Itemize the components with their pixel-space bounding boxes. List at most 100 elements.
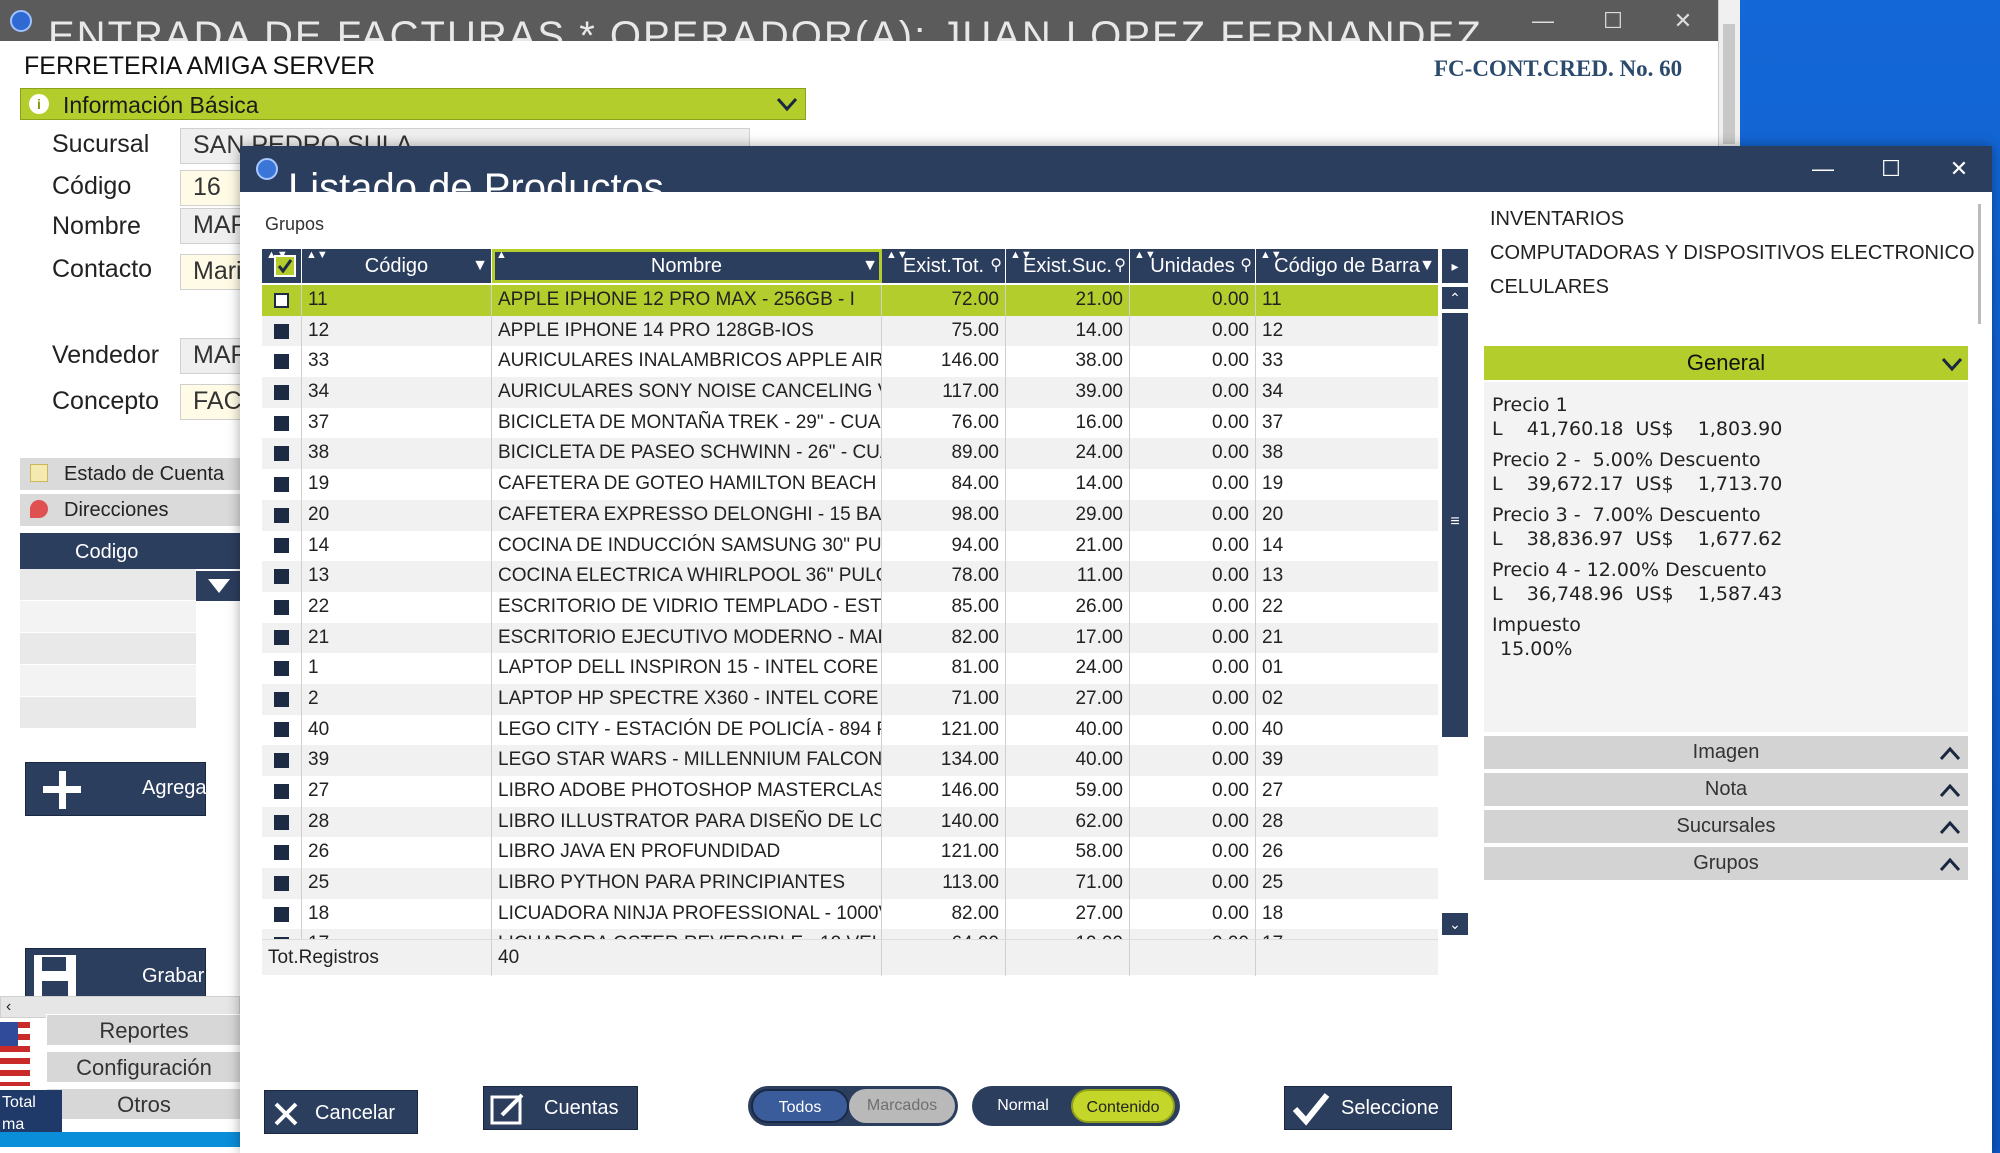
toggle-normal[interactable]: Normal	[975, 1089, 1071, 1123]
row-checkbox[interactable]	[262, 868, 302, 899]
dialog-titlebar[interactable]: Listado de Productos — ☐ ✕	[240, 146, 1992, 192]
row-checkbox[interactable]	[262, 315, 302, 347]
row-checkbox[interactable]	[262, 469, 302, 500]
chevron-up-icon[interactable]	[1938, 742, 1962, 775]
scroll-left-icon[interactable]: ‹	[6, 998, 11, 1015]
info-section-header[interactable]: i Información Básica	[20, 88, 806, 120]
table-row[interactable]	[20, 633, 196, 665]
table-row[interactable]: 22 ESCRITORIO DE VIDRIO TEMPLADO - ESTIL 8…	[262, 591, 1438, 623]
row-checkbox[interactable]	[262, 837, 302, 869]
select-all-checkbox[interactable]: ▲▼	[262, 249, 302, 283]
table-row[interactable]: 38 BICICLETA DE PASEO SCHWINN - 26" - CUA…	[262, 438, 1438, 470]
table-row[interactable]: 14 COCINA DE INDUCCIÓN SAMSUNG 30" PUL 94.…	[262, 530, 1438, 562]
column-header-exist-tot[interactable]: ▲▼ Exist.Tot. ⚲	[882, 249, 1006, 283]
table-row[interactable]: 19 CAFETERA DE GOTEO HAMILTON BEACH -84.0…	[262, 469, 1438, 500]
table-row[interactable]: 27 LIBRO ADOBE PHOTOSHOP MASTERCLASS 146.0…	[262, 776, 1438, 807]
estado-cuenta-section[interactable]: Estado de Cuenta	[20, 458, 242, 490]
vendedor-field[interactable]: MAR	[180, 338, 242, 374]
row-checkbox[interactable]	[262, 683, 302, 715]
row-checkbox[interactable]	[262, 806, 302, 838]
maximize-icon[interactable]: ☐	[1578, 0, 1648, 41]
chevron-down-icon[interactable]	[196, 571, 242, 601]
row-checkbox[interactable]	[262, 714, 302, 746]
column-header-exist-suc[interactable]: ▲▼ Exist.Suc. ⚲	[1006, 249, 1130, 283]
close-icon[interactable]: ✕	[1648, 0, 1718, 41]
cancelar-button[interactable]: Cancelar	[264, 1090, 418, 1134]
back-window-titlebar[interactable]: ENTRADA DE FACTURAS * OPERADOR(A): JUAN …	[0, 0, 1718, 41]
row-checkbox[interactable]	[262, 653, 302, 684]
scroll-right-icon[interactable]: ▸	[1442, 249, 1468, 283]
address-grid-header[interactable]: Codigo	[20, 533, 242, 569]
table-row[interactable]: 33 AURICULARES INALAMBRICOS APPLE AIRF 146…	[262, 346, 1438, 378]
scroll-thumb[interactable]: ≡	[1442, 313, 1468, 737]
table-row[interactable]: 34 AURICULARES SONY NOISE CANCELING V 117.…	[262, 377, 1438, 408]
imagen-section-header[interactable]: Imagen	[1484, 736, 1968, 769]
column-header-codigo-barra[interactable]: ▲▼ Código de Barra ▼	[1256, 249, 1438, 283]
group-item[interactable]: COMPUTADORAS Y DISPOSITIVOS ELECTRONICO	[1490, 236, 1975, 270]
search-icon[interactable]: ⚲	[1240, 249, 1252, 283]
row-checkbox[interactable]	[262, 499, 302, 531]
chevron-down-icon[interactable]	[1940, 351, 1964, 385]
row-checkbox[interactable]	[262, 561, 302, 592]
filter-toggle[interactable]: Todos Marcados	[748, 1086, 958, 1126]
row-checkbox[interactable]	[262, 377, 302, 408]
scroll-thumb[interactable]	[1723, 24, 1735, 144]
search-icon[interactable]: ⚲	[1114, 249, 1126, 283]
scroll-down-icon[interactable]: ⌄	[1442, 913, 1468, 935]
column-header-unidades[interactable]: ▲▼ Unidades ⚲	[1130, 249, 1256, 283]
row-checkbox[interactable]	[262, 898, 302, 930]
table-row[interactable]	[20, 569, 196, 601]
column-header-codigo[interactable]: ▲▼ Código ▼	[302, 249, 492, 283]
table-row[interactable]	[20, 697, 196, 729]
table-scrollbar[interactable]: ▸ ⌃ ≡ ⌄	[1442, 249, 1468, 1009]
table-row[interactable]: 18 LICUADORA NINJA PROFESSIONAL - 1000V 82…	[262, 898, 1438, 930]
concepto-field[interactable]: FACT	[180, 384, 242, 420]
groups-scrollbar[interactable]	[1978, 204, 1981, 324]
table-row[interactable]: 25 LIBRO PYTHON PARA PRINCIPIANTES 113.00 7…	[262, 868, 1438, 899]
filter-icon[interactable]: ▼	[1419, 249, 1435, 283]
minimize-icon[interactable]: —	[1788, 146, 1858, 192]
toggle-todos[interactable]: Todos	[751, 1089, 849, 1123]
maximize-icon[interactable]: ☐	[1856, 146, 1926, 192]
table-row[interactable]: 11 APPLE IPHONE 12 PRO MAX - 256GB - I 72.…	[262, 285, 1438, 316]
row-checkbox[interactable]	[262, 622, 302, 654]
table-row[interactable]	[20, 665, 196, 697]
tab-reportes[interactable]: Reportes	[46, 1014, 242, 1046]
scroll-up-icon[interactable]: ⌃	[1442, 287, 1468, 309]
minimize-icon[interactable]: —	[1508, 0, 1578, 41]
chevron-up-icon[interactable]	[1938, 853, 1962, 886]
nombre-field[interactable]: MAR	[180, 208, 242, 244]
nota-section-header[interactable]: Nota	[1484, 773, 1968, 806]
toggle-marcados[interactable]: Marcados	[849, 1089, 955, 1123]
contacto-field[interactable]: Mario	[180, 254, 242, 290]
table-row[interactable]: 39 LEGO STAR WARS - MILLENNIUM FALCON -13…	[262, 745, 1438, 776]
row-checkbox[interactable]	[262, 530, 302, 562]
filter-icon[interactable]: ▼	[862, 249, 878, 283]
grupos-section-header[interactable]: Grupos	[1484, 847, 1968, 880]
row-checkbox[interactable]	[262, 407, 302, 439]
row-checkbox[interactable]	[262, 591, 302, 623]
direcciones-section[interactable]: Direcciones	[20, 494, 242, 526]
table-row[interactable]: 21 ESCRITORIO EJECUTIVO MODERNO - MAD 82.0…	[262, 622, 1438, 654]
table-row[interactable]: 20 CAFETERA EXPRESSO DELONGHI - 15 BAR 98.…	[262, 499, 1438, 531]
seleccione-button[interactable]: Seleccione	[1284, 1086, 1452, 1130]
filter-icon[interactable]: ▼	[472, 249, 488, 283]
sucursales-section-header[interactable]: Sucursales	[1484, 810, 1968, 843]
row-checkbox[interactable]	[262, 438, 302, 470]
group-item[interactable]: INVENTARIOS	[1490, 202, 1970, 236]
cuentas-button[interactable]: Cuentas	[483, 1086, 638, 1130]
chevron-down-icon[interactable]	[775, 93, 799, 120]
chevron-up-icon[interactable]	[1938, 816, 1962, 849]
group-item[interactable]: CELULARES	[1490, 270, 1970, 304]
row-checkbox[interactable]	[262, 776, 302, 807]
search-mode-toggle[interactable]: Normal Contenido	[972, 1086, 1180, 1126]
general-section-header[interactable]: General	[1484, 346, 1968, 380]
table-row[interactable]: 1 LAPTOP DELL INSPIRON 15 - INTEL CORE 81.…	[262, 653, 1438, 684]
chevron-up-icon[interactable]	[1938, 779, 1962, 812]
tab-otros[interactable]: Otros	[46, 1088, 242, 1120]
row-checkbox[interactable]	[262, 745, 302, 776]
table-row[interactable]: 17LICUADORA OSTER REVERSIBLE - 12 VEL64.…	[262, 929, 1438, 939]
codigo-field[interactable]: 16	[180, 170, 242, 206]
row-checkbox[interactable]	[262, 285, 302, 316]
tab-configuracion[interactable]: Configuración	[46, 1051, 242, 1083]
